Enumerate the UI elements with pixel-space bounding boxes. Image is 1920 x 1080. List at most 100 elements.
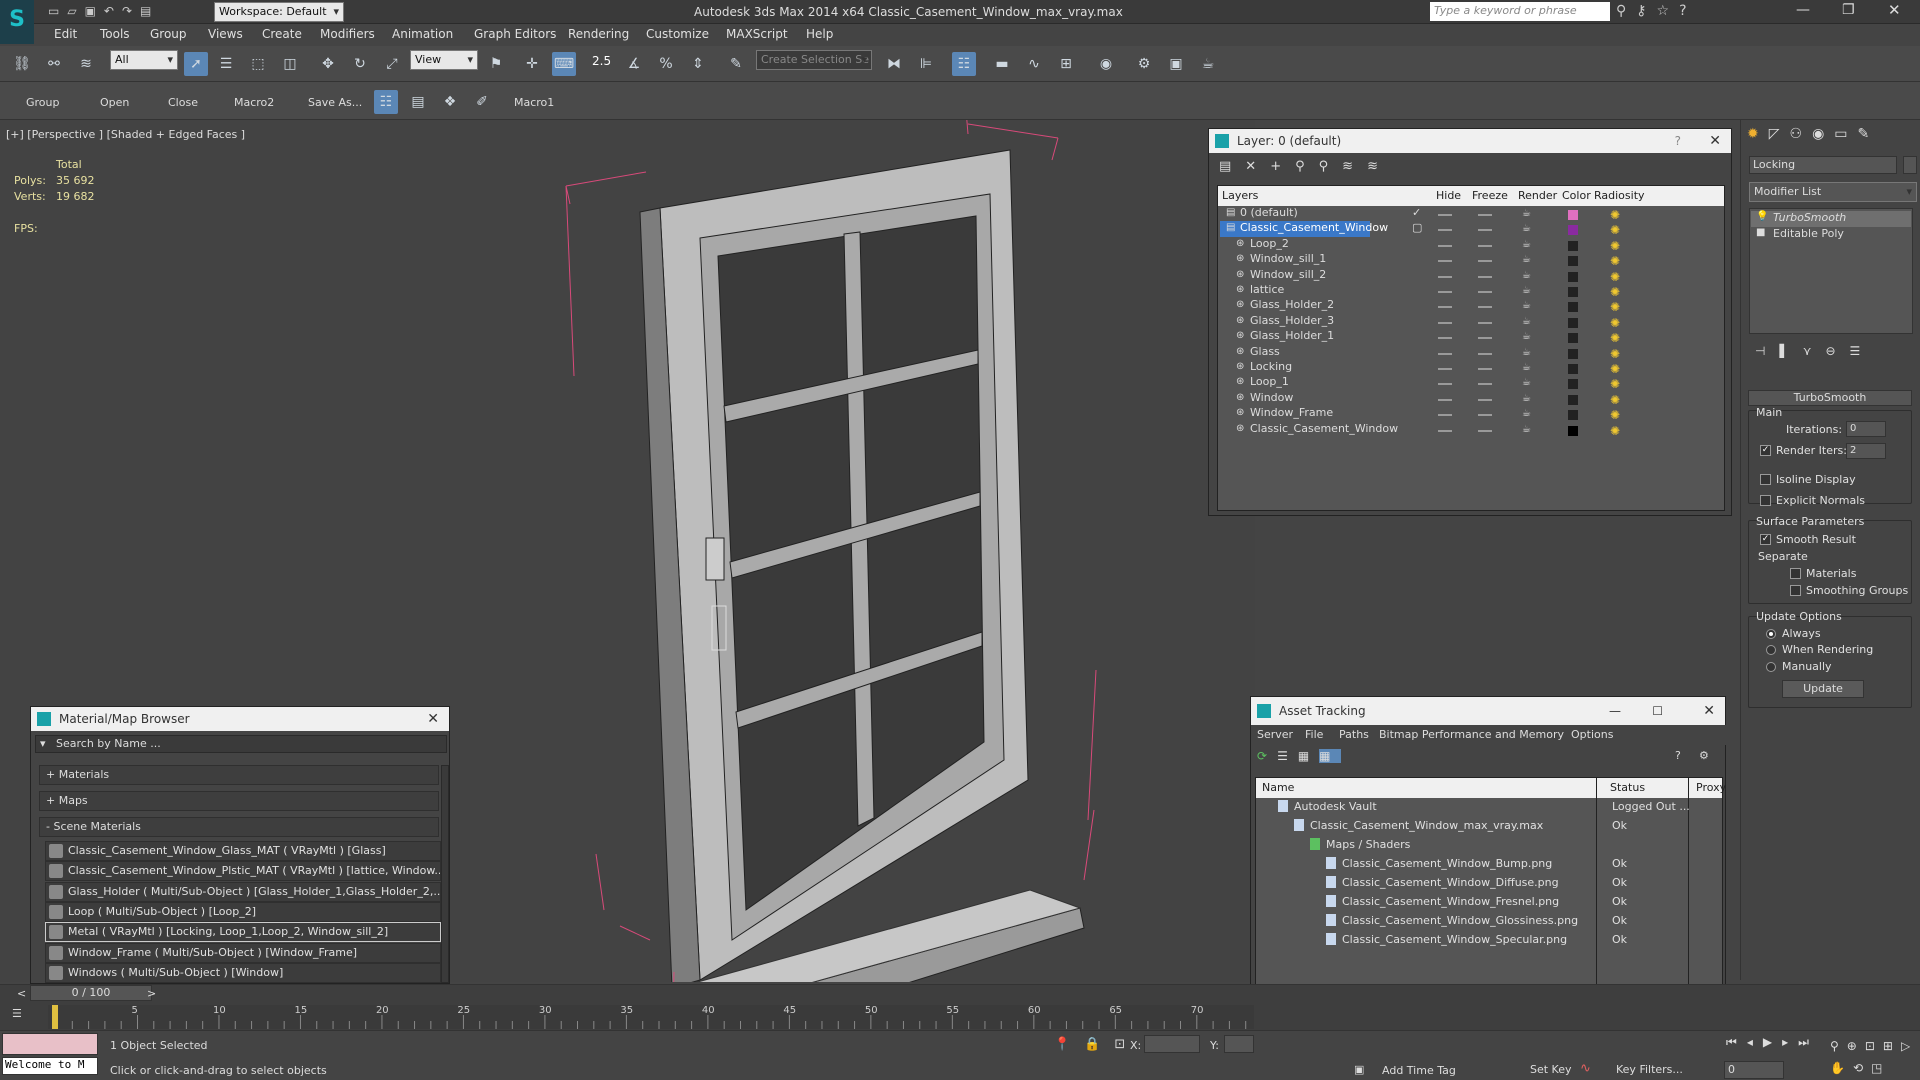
toolbar-save-as-button[interactable]: Save As... xyxy=(308,96,362,109)
key-filters-button[interactable]: Key Filters... xyxy=(1616,1063,1683,1076)
workspace-dropdown[interactable]: Workspace: Default xyxy=(214,2,344,22)
smooth-result-checkbox[interactable]: ✓ xyxy=(1760,534,1771,545)
radiosity-bulb-icon[interactable]: ✺ xyxy=(1608,208,1622,222)
toolbar-group-button[interactable]: Group xyxy=(26,96,60,109)
reference-coord-dropdown[interactable]: View xyxy=(410,50,478,70)
asset-row[interactable]: Classic_Casement_Window_max_vray.max Ok xyxy=(1256,817,1726,836)
asset-tracking-title-bar[interactable]: Asset Tracking — ☐ ✕ xyxy=(1251,697,1725,725)
percent-snap-icon[interactable]: % xyxy=(654,52,678,76)
graphite-ribbon-icon[interactable]: ▬ xyxy=(990,52,1014,76)
zoom-icon[interactable]: ⚲ xyxy=(1830,1039,1847,1053)
layer-row[interactable]: ⊛ Classic_Casement_Window ☕ ✺ xyxy=(1218,422,1722,441)
viewport-label[interactable]: [+] [Perspective ] [Shaded + Edged Faces… xyxy=(6,128,245,141)
named-selection-set-dropdown[interactable]: Create Selection Se xyxy=(756,50,872,70)
layer-color-swatch[interactable] xyxy=(1568,317,1578,328)
radiosity-bulb-icon[interactable]: ✺ xyxy=(1608,254,1622,268)
hide-toggle[interactable] xyxy=(1438,306,1452,309)
menu-modifiers[interactable]: Modifiers xyxy=(320,27,375,41)
layer-color-swatch[interactable] xyxy=(1568,364,1578,374)
layer-select-icon[interactable]: ⚲ xyxy=(1295,159,1319,174)
layer-icon[interactable]: ☷ xyxy=(374,90,398,114)
add-selection-icon[interactable]: ▢ xyxy=(1412,221,1422,234)
freeze-toggle[interactable] xyxy=(1478,337,1492,340)
move-icon[interactable]: ✥ xyxy=(316,52,340,76)
render-teapot-icon[interactable]: ☕ xyxy=(1522,285,1531,296)
play-icon[interactable]: ▶ xyxy=(1763,1035,1782,1049)
freeze-toggle[interactable] xyxy=(1478,244,1492,247)
asset-help-icon[interactable]: ? xyxy=(1675,749,1681,762)
select-object-icon[interactable]: ➚ xyxy=(184,52,208,76)
layer-create-icon[interactable]: ▤ xyxy=(1219,159,1245,174)
always-radio[interactable] xyxy=(1766,629,1776,639)
align-icon[interactable]: ⊫ xyxy=(914,52,938,76)
rotate-icon[interactable]: ↻ xyxy=(348,52,372,76)
col-name[interactable]: Name xyxy=(1262,781,1294,794)
x-coordinate-field[interactable] xyxy=(1144,1035,1200,1053)
render-teapot-icon[interactable]: ☕ xyxy=(1522,208,1531,219)
active-layer-check-icon[interactable]: ✓ xyxy=(1412,206,1421,219)
make-unique-icon[interactable]: ⋎ xyxy=(1803,344,1826,358)
lightbulb-icon[interactable]: 💡 xyxy=(1756,211,1768,222)
display-tab-icon[interactable]: ▭ xyxy=(1834,126,1857,142)
zoom-extents-all-icon[interactable]: ⊞ xyxy=(1883,1039,1901,1053)
asset-menu-server[interactable]: Server xyxy=(1257,728,1293,741)
layer-color-swatch[interactable] xyxy=(1568,225,1578,236)
render-teapot-icon[interactable]: ☕ xyxy=(1522,408,1531,419)
time-cursor[interactable] xyxy=(52,1005,58,1029)
stack-editable-poly[interactable]: Editable Poly xyxy=(1751,227,1911,243)
search-options-icon[interactable]: ▾ xyxy=(40,736,46,752)
smoothing-groups-checkbox[interactable] xyxy=(1790,585,1801,596)
layer-color-swatch[interactable] xyxy=(1568,394,1578,405)
col-freeze[interactable]: Freeze xyxy=(1472,189,1508,202)
edit-named-selection-icon[interactable]: ✎ xyxy=(724,52,748,76)
menu-maxscript[interactable]: MAXScript xyxy=(726,27,788,41)
material-item[interactable]: Glass_Holder ( Multi/Sub-Object ) [Glass… xyxy=(45,881,441,902)
col-layers[interactable]: Layers xyxy=(1222,189,1258,202)
close-button[interactable]: ✕ xyxy=(1888,1,1901,19)
menu-rendering[interactable]: Rendering xyxy=(568,27,629,41)
render-setup-icon[interactable]: ⚙ xyxy=(1132,52,1156,76)
asset-row[interactable]: Classic_Casement_Window_Specular.png Ok xyxy=(1256,931,1726,950)
material-browser-title-bar[interactable]: Material/Map Browser ✕ xyxy=(31,707,449,731)
help-search-input[interactable]: Type a keyword or phrase xyxy=(1430,2,1610,21)
snaps-toggle[interactable]: 2.5 xyxy=(592,54,611,68)
asset-minimize-icon[interactable]: — xyxy=(1609,697,1621,725)
layer-manager-icon[interactable]: ☷ xyxy=(952,52,976,76)
asset-row[interactable]: Classic_Casement_Window_Diffuse.png Ok xyxy=(1256,874,1726,893)
layer-color-swatch[interactable] xyxy=(1568,410,1578,421)
hide-toggle[interactable] xyxy=(1438,260,1452,263)
configure-sets-icon[interactable]: ☰ xyxy=(1850,344,1875,358)
radiosity-bulb-icon[interactable]: ✺ xyxy=(1608,223,1622,237)
render-teapot-icon[interactable]: ☕ xyxy=(1522,300,1531,311)
radiosity-bulb-icon[interactable]: ✺ xyxy=(1608,393,1622,407)
hide-toggle[interactable] xyxy=(1438,321,1452,324)
current-frame-field[interactable]: 0 xyxy=(1724,1061,1784,1079)
layer-color-swatch[interactable] xyxy=(1568,240,1578,251)
col-proxy[interactable]: Proxy xyxy=(1696,781,1726,794)
material-item[interactable]: Metal ( VRayMtl ) [Locking, Loop_1,Loop_… xyxy=(45,922,441,943)
material-editor-icon[interactable]: ◉ xyxy=(1094,52,1118,76)
pan-icon[interactable]: ✋ xyxy=(1830,1061,1853,1075)
app-logo-icon[interactable]: S xyxy=(0,0,34,44)
layer-color-swatch[interactable] xyxy=(1568,379,1578,390)
selection-lock-icon[interactable]: 🔒 xyxy=(1084,1037,1114,1052)
mirror-icon[interactable]: ⧓ xyxy=(882,52,906,76)
asset-menu-bitmap[interactable]: Bitmap Performance and Memory xyxy=(1379,728,1564,741)
material-item[interactable]: Windows ( Multi/Sub-Object ) [Window] xyxy=(45,962,441,983)
rectangular-selection-icon[interactable]: ⬚ xyxy=(246,52,270,76)
maxscript-mini-input[interactable]: Welcome to M xyxy=(2,1057,98,1075)
isoline-checkbox[interactable] xyxy=(1760,474,1771,485)
layer-color-swatch[interactable] xyxy=(1568,256,1578,267)
radiosity-bulb-icon[interactable]: ✺ xyxy=(1608,377,1622,391)
hide-toggle[interactable] xyxy=(1438,337,1452,340)
layer-highlight-icon[interactable]: ⚲ xyxy=(1319,159,1343,174)
menu-edit[interactable]: Edit xyxy=(54,27,77,41)
asset-row[interactable]: Maps / Shaders xyxy=(1256,836,1726,855)
time-slider-next-icon[interactable]: > xyxy=(147,987,156,1000)
goto-end-icon[interactable]: ⏭ xyxy=(1798,1035,1819,1049)
menu-help[interactable]: Help xyxy=(806,27,833,41)
explicit-normals-checkbox[interactable] xyxy=(1760,495,1771,506)
asset-row[interactable]: Autodesk Vault Logged Out ... xyxy=(1256,798,1726,817)
keyboard-shortcut-override-icon[interactable]: ⌨ xyxy=(552,52,576,76)
asset-row[interactable]: Classic_Casement_Window_Fresnel.png Ok xyxy=(1256,893,1726,912)
